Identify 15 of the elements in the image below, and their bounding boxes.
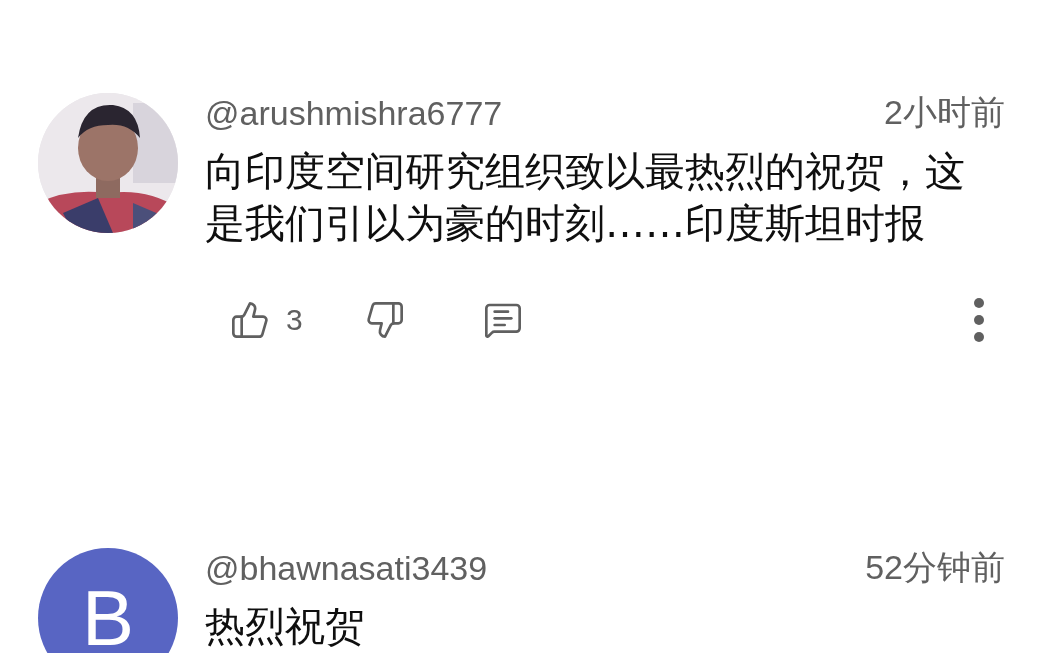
comment-author[interactable]: @arushmishra6777 xyxy=(205,93,503,133)
avatar[interactable]: B xyxy=(38,548,178,653)
comment-time: 52分钟前 xyxy=(865,547,1005,588)
more-button[interactable] xyxy=(973,297,985,343)
like-button[interactable] xyxy=(230,300,270,340)
like-count: 3 xyxy=(286,303,303,337)
comment-author[interactable]: @bhawnasati3439 xyxy=(205,548,488,588)
thumbs-down-icon xyxy=(364,300,405,340)
thumbs-up-icon xyxy=(230,300,270,340)
comment-text: 热烈祝贺 xyxy=(205,602,366,651)
avatar-letter: B xyxy=(82,579,134,653)
comment-text: 向印度空间研究组织致以最热烈的祝贺，这是我们引以为豪的时刻……印度斯坦时报 xyxy=(205,147,966,248)
more-icon xyxy=(973,297,985,343)
comment-time: 2小时前 xyxy=(884,92,1005,133)
dislike-button[interactable] xyxy=(364,300,405,340)
